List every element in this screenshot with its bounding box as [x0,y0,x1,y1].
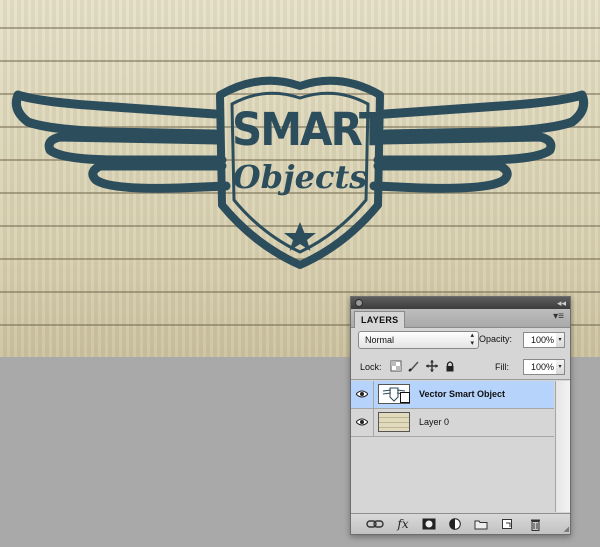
delete-layer-icon[interactable] [527,517,543,531]
add-mask-icon[interactable] [421,517,437,531]
lock-position-icon[interactable] [426,360,438,372]
visibility-toggle[interactable] [351,381,374,408]
layer-row-vector-smart-object[interactable]: Vector Smart Object [351,381,554,409]
layers-scrollbar[interactable] [555,381,570,512]
adjustment-layer-icon[interactable] [447,517,463,531]
collapse-icon[interactable]: ◂◂ [557,297,566,309]
smart-object-badge-icon [400,392,410,403]
panel-footer: fx ◢ [351,513,570,534]
lock-all-icon[interactable] [444,360,456,372]
fx-icon[interactable]: fx [393,517,413,531]
new-group-icon[interactable] [473,517,489,531]
lock-image-pixels-icon[interactable] [408,360,420,372]
visibility-toggle[interactable] [351,409,374,436]
opacity-label: Opacity: [479,334,513,344]
layer-name[interactable]: Vector Smart Object [419,389,505,399]
opacity-input[interactable]: 100% [523,332,557,348]
layers-panel: ◂◂ LAYERS ▾≡ Normal ▴ ▾ Opacity: 100% ▾ L… [350,296,571,535]
left-wing [11,90,231,193]
fill-dropdown-button[interactable]: ▾ [556,359,565,375]
blend-mode-select[interactable]: Normal ▴ ▾ [358,331,479,349]
stepper-arrows-icon: ▴ ▾ [470,332,474,347]
fill-label: Fill: [495,362,509,372]
panel-titlebar[interactable]: ◂◂ [351,297,570,309]
opacity-dropdown-button[interactable]: ▾ [556,332,565,348]
link-layers-icon[interactable] [365,517,385,531]
logo-text-smart: SMART [232,103,388,156]
close-icon[interactable] [355,299,363,307]
tab-layers[interactable]: LAYERS [354,311,406,328]
fill-input[interactable]: 100% [523,359,557,375]
blend-mode-value: Normal [365,335,395,345]
resize-grip-icon[interactable]: ◢ [564,525,569,533]
new-layer-icon[interactable] [499,517,515,531]
panel-divider [351,379,570,380]
eye-icon [356,390,368,398]
lock-label: Lock: [360,362,382,372]
eye-icon [356,418,368,426]
layer-name[interactable]: Layer 0 [419,417,449,427]
panel-menu-icon[interactable]: ▾≡ [553,311,564,322]
panel-tabbar: LAYERS ▾≡ [351,309,570,328]
layers-list: Vector Smart Object Layer 0 [351,381,554,512]
lock-transparent-pixels-icon[interactable] [390,360,402,372]
logo-text-objects: Objects [232,158,368,196]
right-wing [369,90,589,193]
layer-thumbnail [378,412,410,432]
layer-row-layer-0[interactable]: Layer 0 [351,409,554,437]
